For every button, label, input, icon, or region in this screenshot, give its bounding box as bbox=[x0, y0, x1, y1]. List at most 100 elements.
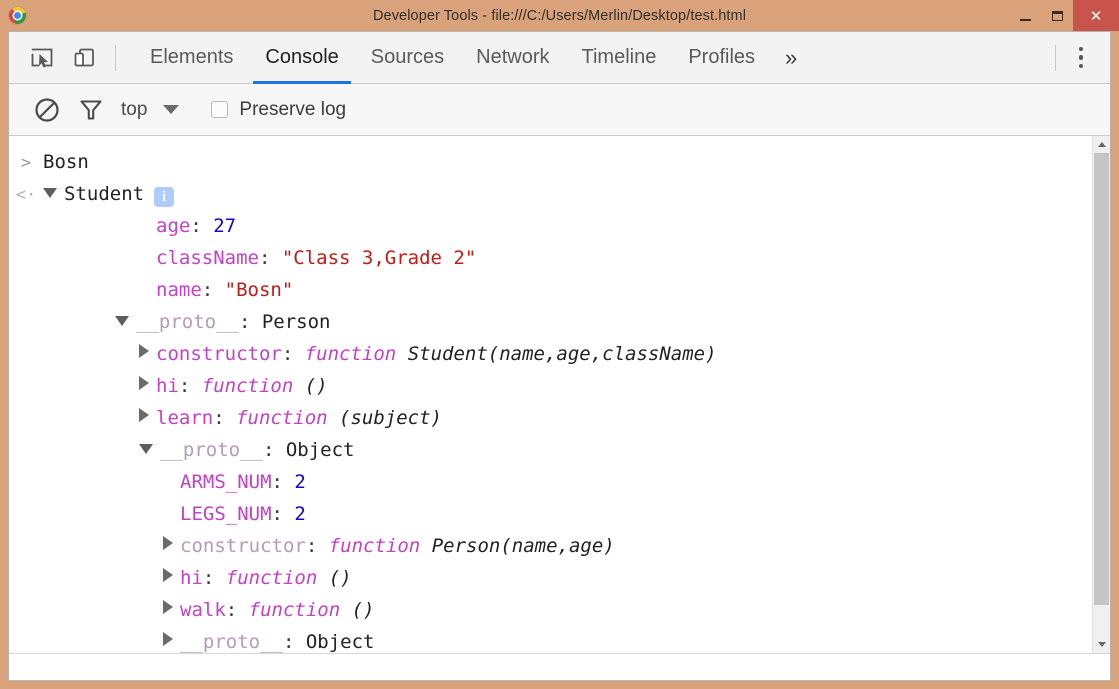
scroll-up-button[interactable] bbox=[1093, 136, 1110, 153]
tab-profiles[interactable]: Profiles bbox=[672, 32, 771, 83]
function-keyword: function bbox=[304, 343, 397, 365]
object-property-tree: age: 27 className: "Class 3,Grade 2" name:… bbox=[9, 210, 1092, 653]
console-prompt-footer[interactable] bbox=[9, 653, 1110, 680]
disclosure-triangle-closed-icon[interactable] bbox=[163, 632, 173, 646]
property-key: name bbox=[156, 279, 202, 301]
function-signature: () bbox=[317, 567, 352, 589]
object-property-row[interactable]: hi: function () bbox=[9, 370, 1092, 402]
object-property-row[interactable]: constructor: function Person(name,age) bbox=[9, 530, 1092, 562]
inspect-element-icon bbox=[31, 48, 53, 68]
property-key: className bbox=[156, 247, 259, 269]
console-log-list[interactable]: > Bosn <· Student i age: 27 className: "Cl… bbox=[9, 136, 1092, 653]
chevron-down-icon bbox=[163, 105, 180, 114]
disclosure-triangle-closed-icon[interactable] bbox=[139, 408, 149, 422]
console-filter-bar: top Preserve log bbox=[9, 84, 1110, 136]
property-content: className: "Class 3,Grade 2" bbox=[139, 242, 476, 274]
property-separator: : bbox=[238, 311, 262, 333]
tabbar-tool-icons bbox=[9, 32, 126, 83]
filter-button[interactable] bbox=[69, 84, 113, 135]
preserve-log-checkbox[interactable] bbox=[211, 101, 229, 118]
property-content: learn: function (subject) bbox=[139, 402, 442, 434]
object-header[interactable]: Student i bbox=[43, 178, 175, 210]
tab-timeline[interactable]: Timeline bbox=[566, 32, 673, 83]
object-property-row[interactable]: __proto__: Object bbox=[9, 434, 1092, 466]
object-property-row[interactable]: className: "Class 3,Grade 2" bbox=[9, 242, 1092, 274]
property-key: constructor bbox=[156, 343, 282, 365]
object-property-row[interactable]: learn: function (subject) bbox=[9, 402, 1092, 434]
disclosure-triangle-open-icon[interactable] bbox=[115, 316, 129, 326]
object-property-row[interactable]: __proto__: Object bbox=[9, 626, 1092, 653]
property-content: constructor: function Person(name,age) bbox=[163, 530, 615, 562]
tab-overflow-button[interactable]: » bbox=[771, 32, 811, 83]
property-separator: : bbox=[213, 407, 237, 429]
tab-console[interactable]: Console bbox=[249, 32, 354, 84]
info-badge-icon[interactable]: i bbox=[154, 187, 175, 207]
object-property-row[interactable]: walk: function () bbox=[9, 594, 1092, 626]
disclosure-triangle-closed-icon[interactable] bbox=[163, 536, 173, 550]
scroll-down-button[interactable] bbox=[1093, 636, 1110, 653]
property-content: __proto__: Object bbox=[139, 434, 354, 466]
kebab-menu-button[interactable] bbox=[1066, 32, 1096, 83]
scrollbar-track[interactable] bbox=[1093, 153, 1110, 636]
inspect-element-button[interactable] bbox=[21, 32, 63, 83]
object-property-row[interactable]: age: 27 bbox=[9, 210, 1092, 242]
disclosure-triangle-open-icon[interactable] bbox=[43, 188, 57, 198]
maximize-button[interactable] bbox=[1041, 0, 1073, 31]
object-property-row[interactable]: constructor: function Student(name,age,c… bbox=[9, 338, 1092, 370]
property-value: 2 bbox=[294, 503, 306, 525]
maximize-icon bbox=[1051, 10, 1063, 21]
property-content: constructor: function Student(name,age,c… bbox=[139, 338, 717, 370]
console-scrollbar[interactable] bbox=[1092, 136, 1110, 653]
property-key: hi bbox=[180, 567, 203, 589]
minimize-button[interactable] bbox=[1009, 0, 1041, 31]
property-key: learn bbox=[156, 407, 214, 429]
close-button[interactable]: ✕ bbox=[1073, 0, 1119, 31]
disclosure-triangle-closed-icon[interactable] bbox=[139, 344, 149, 358]
property-separator: : bbox=[281, 343, 305, 365]
property-separator: : bbox=[178, 375, 202, 397]
object-property-row[interactable]: hi: function () bbox=[9, 562, 1092, 594]
disclosure-triangle-closed-icon[interactable] bbox=[163, 600, 173, 614]
chrome-logo-icon bbox=[9, 7, 26, 24]
execution-context-selector[interactable]: top bbox=[121, 99, 180, 121]
property-separator: : bbox=[258, 247, 282, 269]
property-value: 2 bbox=[294, 471, 306, 493]
function-keyword: function bbox=[248, 599, 341, 621]
function-keyword: function bbox=[201, 375, 294, 397]
clear-console-button[interactable] bbox=[25, 84, 69, 135]
property-key: ARMS_NUM bbox=[180, 471, 272, 493]
output-prompt-icon: <· bbox=[15, 185, 37, 205]
object-property-row[interactable]: LEGS_NUM: 2 bbox=[9, 498, 1092, 530]
disclosure-triangle-closed-icon[interactable] bbox=[163, 568, 173, 582]
minimize-icon bbox=[1019, 18, 1031, 21]
tabbar-right-group bbox=[1045, 32, 1110, 83]
property-content: LEGS_NUM: 2 bbox=[163, 498, 306, 530]
disclosure-triangle-closed-icon[interactable] bbox=[139, 376, 149, 390]
device-toolbar-button[interactable] bbox=[63, 32, 105, 83]
scroll-up-arrow-icon bbox=[1097, 142, 1106, 147]
console-input-row: > Bosn bbox=[9, 146, 1092, 178]
tab-elements[interactable]: Elements bbox=[134, 32, 249, 83]
function-signature: (subject) bbox=[327, 407, 442, 429]
object-name: Student bbox=[64, 183, 145, 205]
property-value: "Bosn" bbox=[224, 279, 294, 301]
filter-funnel-icon bbox=[80, 99, 102, 120]
scrollbar-thumb[interactable] bbox=[1094, 153, 1109, 605]
property-key: __proto__ bbox=[180, 631, 283, 653]
tab-elements-label: Elements bbox=[150, 46, 234, 68]
property-separator: : bbox=[190, 215, 214, 237]
disclosure-triangle-open-icon[interactable] bbox=[139, 444, 153, 454]
window-controls: ✕ bbox=[1009, 0, 1119, 31]
preserve-log-control[interactable]: Preserve log bbox=[211, 99, 346, 121]
object-property-row[interactable]: name: "Bosn" bbox=[9, 274, 1092, 306]
property-separator: : bbox=[262, 439, 286, 461]
property-content: ARMS_NUM: 2 bbox=[163, 466, 306, 498]
tab-sources[interactable]: Sources bbox=[355, 32, 460, 83]
tab-network[interactable]: Network bbox=[460, 32, 565, 83]
object-property-row[interactable]: __proto__: Person bbox=[9, 306, 1092, 338]
function-keyword: function bbox=[225, 567, 318, 589]
property-content: hi: function () bbox=[139, 370, 328, 402]
title-bar: Developer Tools - file:///C:/Users/Merli… bbox=[0, 0, 1119, 31]
object-property-row[interactable]: ARMS_NUM: 2 bbox=[9, 466, 1092, 498]
kebab-dot bbox=[1078, 63, 1084, 69]
